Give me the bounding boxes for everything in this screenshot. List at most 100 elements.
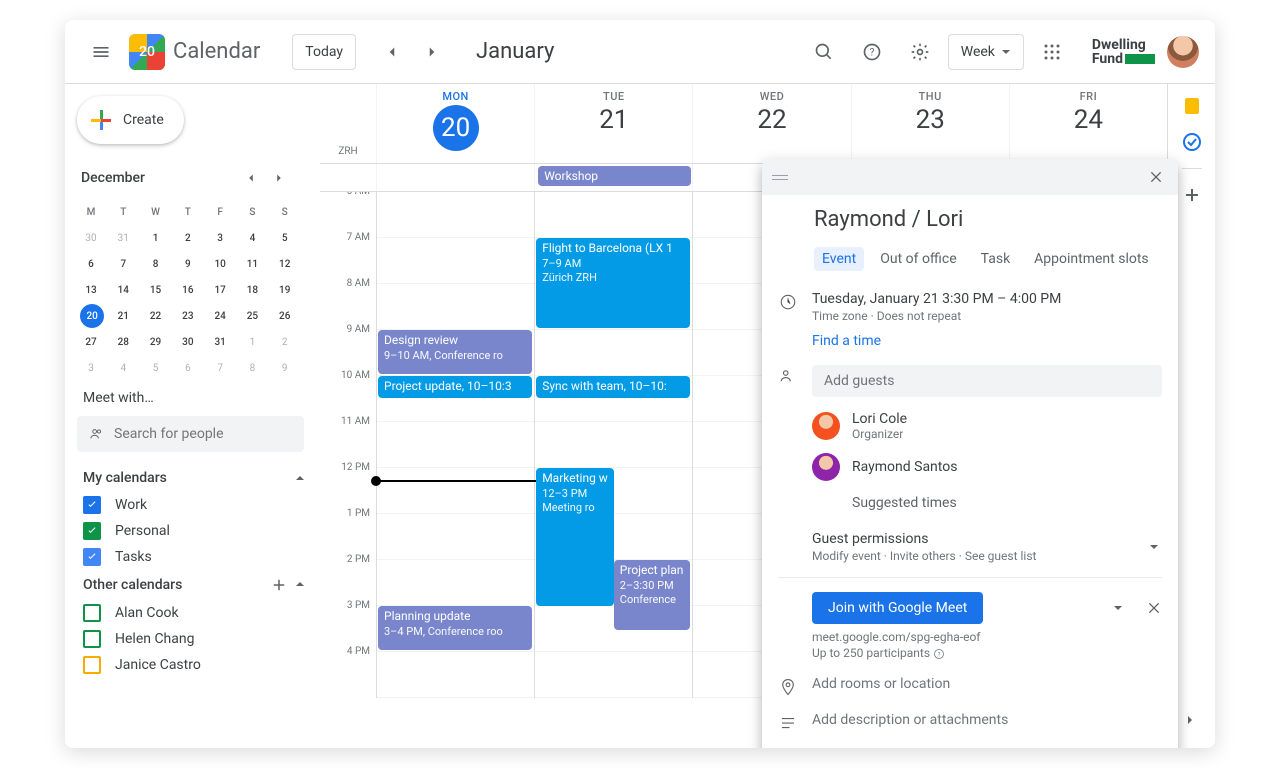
mini-day[interactable]: 6 xyxy=(77,252,105,276)
calendar-event[interactable]: Planning update3–4 PM, Conference roo xyxy=(378,606,532,650)
mini-day[interactable]: 20 xyxy=(80,304,104,328)
mini-day[interactable]: 23 xyxy=(174,304,202,328)
mini-day[interactable]: 3 xyxy=(77,356,105,380)
apps-icon[interactable] xyxy=(1032,32,1072,72)
day-header[interactable]: THU23 xyxy=(851,84,1009,163)
mini-next-button[interactable] xyxy=(265,164,293,192)
mini-day[interactable]: 9 xyxy=(271,356,299,380)
close-icon[interactable] xyxy=(1142,163,1170,191)
mini-day[interactable]: 16 xyxy=(174,278,202,302)
mini-day[interactable]: 1 xyxy=(142,226,170,250)
mini-day[interactable]: 21 xyxy=(109,304,137,328)
mini-day[interactable]: 10 xyxy=(206,252,234,276)
add-calendar-icon[interactable] xyxy=(270,576,288,594)
event-datetime[interactable]: Tuesday, January 21 3:30 PM – 4:00 PM xyxy=(812,291,1162,307)
day-header[interactable]: FRI24 xyxy=(1009,84,1167,163)
mini-day[interactable]: 18 xyxy=(238,278,266,302)
drag-handle-icon[interactable] xyxy=(770,175,790,180)
mini-day[interactable]: 26 xyxy=(271,304,299,328)
search-people-input[interactable] xyxy=(114,426,292,442)
mini-day[interactable]: 31 xyxy=(109,226,137,250)
mini-day[interactable]: 5 xyxy=(271,226,299,250)
create-button[interactable]: Create xyxy=(77,96,184,144)
avatar[interactable] xyxy=(1167,36,1199,68)
mini-day[interactable]: 29 xyxy=(142,330,170,354)
mini-day[interactable]: 6 xyxy=(174,356,202,380)
calendar-item[interactable]: Personal xyxy=(77,518,320,544)
popup-tab[interactable]: Task xyxy=(973,247,1019,271)
mini-day[interactable]: 19 xyxy=(271,278,299,302)
description-input[interactable]: Add description or attachments xyxy=(812,712,1162,728)
today-button[interactable]: Today xyxy=(292,34,356,70)
mini-day[interactable]: 14 xyxy=(109,278,137,302)
mini-day[interactable]: 1 xyxy=(238,330,266,354)
tasks-icon[interactable] xyxy=(1182,132,1202,152)
suggested-times-link[interactable]: Suggested times xyxy=(812,487,1162,515)
mini-day[interactable]: 8 xyxy=(238,356,266,380)
day-header[interactable]: TUE21 xyxy=(534,84,692,163)
calendar-item[interactable]: Helen Chang xyxy=(77,626,320,652)
mini-day[interactable]: 5 xyxy=(142,356,170,380)
mini-day[interactable]: 25 xyxy=(238,304,266,328)
mini-day[interactable]: 9 xyxy=(174,252,202,276)
settings-icon[interactable] xyxy=(900,32,940,72)
calendar-event[interactable]: Design review9–10 AM, Conference ro xyxy=(378,330,532,374)
mini-day[interactable]: 31 xyxy=(206,330,234,354)
mini-day[interactable]: 24 xyxy=(206,304,234,328)
my-calendars-header[interactable]: My calendars xyxy=(77,464,320,492)
calendar-event[interactable]: Flight to Barcelona (LX 17–9 AMZürich ZR… xyxy=(536,238,690,328)
mini-day[interactable]: 3 xyxy=(206,226,234,250)
popup-tab[interactable]: Out of office xyxy=(872,247,964,271)
other-calendars-header[interactable]: Other calendars xyxy=(77,570,320,600)
calendar-event[interactable]: Project plan2–3:30 PMConference xyxy=(614,560,691,630)
view-selector[interactable]: Week xyxy=(948,34,1024,70)
mini-day[interactable]: 7 xyxy=(206,356,234,380)
search-people-field[interactable] xyxy=(77,416,304,452)
add-addon-icon[interactable] xyxy=(1182,185,1202,205)
mini-day[interactable]: 30 xyxy=(77,226,105,250)
day-header[interactable]: WED22 xyxy=(692,84,850,163)
meet-options-icon[interactable] xyxy=(1110,600,1126,616)
mini-day[interactable]: 28 xyxy=(109,330,137,354)
next-button[interactable] xyxy=(412,32,452,72)
calendar-item[interactable]: Tasks xyxy=(77,544,320,570)
calendar-item[interactable]: Work xyxy=(77,492,320,518)
location-input[interactable]: Add rooms or location xyxy=(812,676,1162,692)
mini-day[interactable]: 4 xyxy=(109,356,137,380)
popup-tab[interactable]: Appointment slots xyxy=(1026,247,1156,271)
event-title-input[interactable]: Raymond / Lori xyxy=(778,195,1162,239)
mini-day[interactable]: 8 xyxy=(142,252,170,276)
search-icon[interactable] xyxy=(804,32,844,72)
menu-button[interactable] xyxy=(81,32,121,72)
mini-day[interactable]: 11 xyxy=(238,252,266,276)
mini-day[interactable]: 2 xyxy=(174,226,202,250)
remove-meet-icon[interactable] xyxy=(1146,600,1162,616)
mini-day[interactable]: 15 xyxy=(142,278,170,302)
prev-button[interactable] xyxy=(372,32,412,72)
keep-icon[interactable] xyxy=(1182,96,1202,116)
mini-day[interactable]: 17 xyxy=(206,278,234,302)
mini-day[interactable]: 12 xyxy=(271,252,299,276)
mini-day[interactable]: 30 xyxy=(174,330,202,354)
find-time-link[interactable]: Find a time xyxy=(812,333,1162,349)
guest-item[interactable]: Lori ColeOrganizer xyxy=(812,405,1162,447)
calendar-event[interactable]: Marketing w12–3 PMMeeting ro xyxy=(536,468,614,606)
event-tz-repeat[interactable]: Time zone · Does not repeat xyxy=(812,309,1162,323)
calendar-item[interactable]: Alan Cook xyxy=(77,600,320,626)
popup-tab[interactable]: Event xyxy=(814,247,864,271)
add-guests-input[interactable]: Add guests xyxy=(812,365,1162,397)
allday-event[interactable]: Workshop xyxy=(538,166,691,186)
day-header[interactable]: MON20 xyxy=(376,84,534,163)
calendar-item[interactable]: Janice Castro xyxy=(77,652,320,678)
mini-day[interactable]: 22 xyxy=(142,304,170,328)
mini-day[interactable]: 4 xyxy=(238,226,266,250)
calendar-event[interactable]: Project update, 10–10:3 xyxy=(378,376,532,398)
mini-day[interactable]: 13 xyxy=(77,278,105,302)
calendar-event[interactable]: Sync with team, 10–10: xyxy=(536,376,690,398)
help-icon[interactable]: ? xyxy=(852,32,892,72)
mini-prev-button[interactable] xyxy=(237,164,265,192)
guest-item[interactable]: Raymond Santos xyxy=(812,447,1162,487)
mini-day[interactable]: 7 xyxy=(109,252,137,276)
mini-day[interactable]: 2 xyxy=(271,330,299,354)
collapse-rail-icon[interactable] xyxy=(1182,712,1202,732)
